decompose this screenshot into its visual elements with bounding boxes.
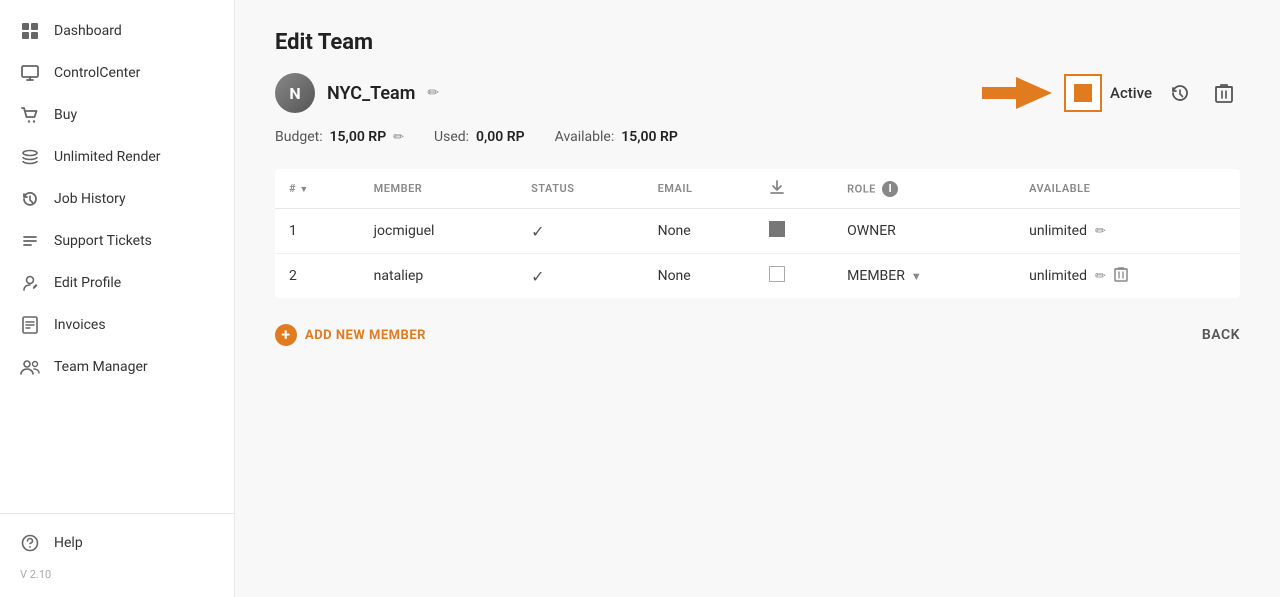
used-value: 0,00 RP xyxy=(476,129,525,145)
sidebar-label-help: Help xyxy=(54,535,83,551)
status-check-icon-2: ✓ xyxy=(531,267,544,286)
list-icon xyxy=(20,231,40,251)
cell-status-2: ✓ xyxy=(517,254,643,299)
table-row: 2 nataliep ✓ None MEMBER ▼ unli xyxy=(275,254,1240,299)
main-content: Edit Team N NYC_Team ✏ Active xyxy=(235,0,1280,597)
sidebar-item-invoices[interactable]: Invoices xyxy=(0,304,234,346)
sidebar-item-unlimited-render[interactable]: Unlimited Render xyxy=(0,136,234,178)
avail-delete-icon-2[interactable] xyxy=(1114,266,1128,286)
status-check-icon-1: ✓ xyxy=(531,222,544,241)
cell-status-1: ✓ xyxy=(517,209,643,254)
team-actions: Active xyxy=(982,71,1240,115)
cell-color-2 xyxy=(755,254,833,299)
team-name: NYC_Team xyxy=(327,83,415,104)
cell-available-1: unlimited ✏ xyxy=(1015,209,1240,254)
add-circle-icon: + xyxy=(275,324,297,346)
sidebar-item-job-history[interactable]: Job History xyxy=(0,178,234,220)
user-edit-icon xyxy=(20,273,40,293)
cell-member-1: jocmiguel xyxy=(360,209,517,254)
col-status: STATUS xyxy=(517,169,643,209)
version-label: V 2.10 xyxy=(0,564,234,589)
budget-row: Budget: 15,00 RP ✏ Used: 0,00 RP Availab… xyxy=(275,129,1240,145)
arrow-indicator xyxy=(982,71,1052,115)
monitor-icon xyxy=(20,63,40,83)
avail-value-1: unlimited xyxy=(1029,223,1087,239)
budget-label: Budget: 15,00 RP ✏ xyxy=(275,129,404,145)
sidebar: Dashboard ControlCenter Buy xyxy=(0,0,235,597)
footer-row: + ADD NEW MEMBER BACK xyxy=(275,324,1240,346)
table-row: 1 jocmiguel ✓ None OWNER unlimited ✏ xyxy=(275,209,1240,254)
sidebar-label-unlimited-render: Unlimited Render xyxy=(54,149,161,165)
sidebar-item-buy[interactable]: Buy xyxy=(0,94,234,136)
budget-edit-icon[interactable]: ✏ xyxy=(393,130,404,145)
role-label-1: OWNER xyxy=(847,223,896,239)
sidebar-item-edit-profile[interactable]: Edit Profile xyxy=(0,262,234,304)
team-name-edit-icon[interactable]: ✏ xyxy=(427,85,439,101)
delete-team-icon[interactable] xyxy=(1208,77,1240,109)
available-label: Available: 15,00 RP xyxy=(555,129,678,145)
avail-value-2: unlimited xyxy=(1029,268,1087,284)
cart-icon xyxy=(20,105,40,125)
col-download xyxy=(755,169,833,209)
avatar: N xyxy=(275,73,315,113)
team-icon xyxy=(20,357,40,377)
members-table: # ▼ MEMBER STATUS EMAIL ROLE i AVAILABLE xyxy=(275,169,1240,298)
sidebar-label-edit-profile: Edit Profile xyxy=(54,275,121,291)
role-info-icon[interactable]: i xyxy=(882,181,898,197)
cell-num-1: 1 xyxy=(275,209,360,254)
role-dropdown-icon-2[interactable]: ▼ xyxy=(911,270,922,283)
sidebar-label-support-tickets: Support Tickets xyxy=(54,233,152,249)
cell-email-1: None xyxy=(644,209,756,254)
team-header: N NYC_Team ✏ Active xyxy=(275,71,1240,115)
help-icon xyxy=(20,533,40,553)
layers-icon xyxy=(20,147,40,167)
cell-num-2: 2 xyxy=(275,254,360,299)
cell-role-1: OWNER xyxy=(833,209,1015,254)
grid-icon xyxy=(20,21,40,41)
sidebar-item-team-manager[interactable]: Team Manager xyxy=(0,346,234,388)
sidebar-bottom: Help V 2.10 xyxy=(0,513,234,597)
available-value: 15,00 RP xyxy=(621,129,678,145)
sidebar-item-controlcenter[interactable]: ControlCenter xyxy=(0,52,234,94)
col-email: EMAIL xyxy=(644,169,756,209)
active-square-inner xyxy=(1074,84,1092,102)
color-indicator-2[interactable] xyxy=(769,266,785,282)
back-button[interactable]: BACK xyxy=(1202,327,1240,343)
sidebar-label-team-manager: Team Manager xyxy=(54,359,148,375)
sidebar-label-job-history: Job History xyxy=(54,191,126,207)
avail-edit-icon-2[interactable]: ✏ xyxy=(1095,269,1106,284)
avail-edit-icon-1[interactable]: ✏ xyxy=(1095,224,1106,239)
add-member-button[interactable]: + ADD NEW MEMBER xyxy=(275,324,426,346)
sidebar-label-controlcenter: ControlCenter xyxy=(54,65,140,81)
col-available: AVAILABLE xyxy=(1015,169,1240,209)
used-label: Used: 0,00 RP xyxy=(434,129,525,145)
active-toggle-button[interactable] xyxy=(1064,74,1102,112)
page-title: Edit Team xyxy=(275,30,1240,55)
col-role: ROLE i xyxy=(833,169,1015,209)
cell-available-2: unlimited ✏ xyxy=(1015,254,1240,299)
active-label: Active xyxy=(1110,84,1152,102)
cell-member-2: nataliep xyxy=(360,254,517,299)
role-label-2: MEMBER xyxy=(847,268,905,284)
cell-role-2: MEMBER ▼ xyxy=(833,254,1015,299)
col-num[interactable]: # ▼ xyxy=(275,169,360,209)
col-member: MEMBER xyxy=(360,169,517,209)
budget-value: 15,00 RP xyxy=(330,129,387,145)
sidebar-label-buy: Buy xyxy=(54,107,77,123)
history-action-icon[interactable] xyxy=(1164,77,1196,109)
cell-email-2: None xyxy=(644,254,756,299)
sidebar-item-support-tickets[interactable]: Support Tickets xyxy=(0,220,234,262)
sidebar-item-help[interactable]: Help xyxy=(0,522,234,564)
sidebar-item-dashboard[interactable]: Dashboard xyxy=(0,10,234,52)
color-indicator-1[interactable] xyxy=(769,221,785,237)
sidebar-label-dashboard: Dashboard xyxy=(54,23,122,39)
add-member-label: ADD NEW MEMBER xyxy=(305,328,426,343)
file-icon xyxy=(20,315,40,335)
active-button-wrapper: Active xyxy=(1064,74,1152,112)
sidebar-label-invoices: Invoices xyxy=(54,317,106,333)
cell-color-1 xyxy=(755,209,833,254)
history-icon xyxy=(20,189,40,209)
